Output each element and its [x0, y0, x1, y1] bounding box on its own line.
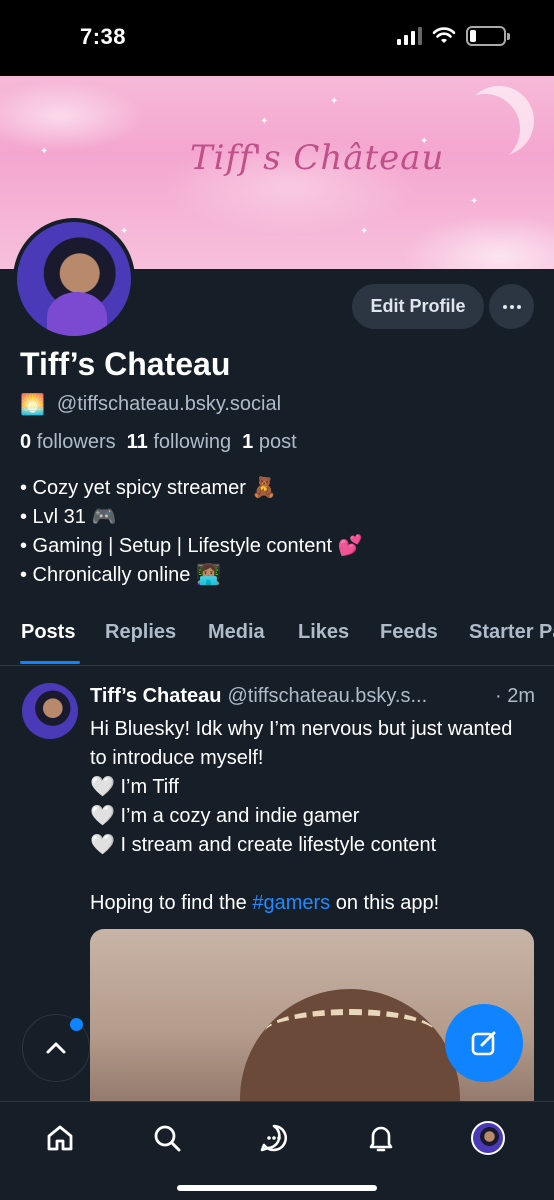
sunrise-icon: 🌅: [20, 394, 45, 416]
post-author-name[interactable]: Tiff’s Chateau: [90, 685, 222, 708]
post-timestamp: · 2m: [495, 685, 535, 707]
chevron-up-icon: [46, 1042, 66, 1054]
post-line: Hoping to find the #gamers on this app!: [90, 892, 440, 914]
tab-likes[interactable]: Likes: [298, 621, 349, 644]
compose-icon: [471, 1031, 496, 1056]
status-bar: 7:38: [0, 0, 554, 76]
nav-home[interactable]: [40, 1118, 80, 1158]
display-name: Tiff’s Chateau: [20, 346, 231, 382]
moon-icon: [464, 86, 534, 156]
bio-line: • Chronically online 👩🏽‍💻: [20, 564, 221, 586]
handle-row: 🌅 @tiffschateau.bsky.social: [20, 392, 281, 417]
nav-profile[interactable]: [468, 1118, 508, 1158]
tab-replies[interactable]: Replies: [105, 621, 176, 644]
post-author-handle[interactable]: @tiffschateau.bsky.s...: [228, 685, 428, 708]
banner-title: Tiff's Château: [190, 138, 445, 178]
followers-stat[interactable]: 0 followers: [20, 431, 116, 454]
profile-avatar[interactable]: [13, 218, 135, 340]
profile-stats: 0 followers 11 following 1 post: [20, 431, 297, 454]
nav-search[interactable]: [147, 1118, 187, 1158]
profile-screen: ✦ ✦ ✦ ✦ ✦ ✦ ✦ Tiff's Château Edit Profil…: [0, 76, 554, 1200]
profile-tabs: Posts Replies Media Likes Feeds Starter …: [0, 621, 554, 666]
status-time: 7:38: [80, 24, 127, 49]
bell-icon: [369, 1126, 393, 1152]
battery-icon: [466, 26, 510, 46]
bio-line: • Cozy yet spicy streamer 🧸: [20, 477, 277, 499]
nav-chat[interactable]: [254, 1118, 294, 1158]
post-line: 🤍 I stream and create lifestyle content: [90, 834, 437, 856]
post-line: 🤍 I’m Tiff: [90, 776, 179, 798]
new-posts-dot: [70, 1018, 83, 1031]
bio-line: • Gaming | Setup | Lifestyle content 💕: [20, 535, 363, 557]
home-icon: [47, 1125, 73, 1151]
post-text: Hi Bluesky! Idk why I’m nervous but just…: [90, 715, 530, 918]
profile-bio: • Cozy yet spicy streamer 🧸 • Lvl 31 🎮 •…: [20, 474, 362, 590]
post-header: Tiff’s Chateau @tiffschateau.bsky.s... ·…: [90, 685, 535, 708]
home-indicator: [177, 1185, 377, 1191]
search-icon: [154, 1125, 181, 1152]
profile-avatar-icon: [471, 1121, 505, 1155]
post-author-avatar[interactable]: [22, 683, 78, 739]
profile-handle: @tiffschateau.bsky.social: [56, 393, 282, 415]
tab-media[interactable]: Media: [208, 621, 265, 644]
post-line: Hi Bluesky! Idk why I’m nervous but just…: [90, 718, 513, 769]
post-line: 🤍 I’m a cozy and indie gamer: [90, 805, 360, 827]
compose-button[interactable]: [445, 1004, 523, 1082]
tab-posts[interactable]: Posts: [21, 621, 75, 644]
chat-icon: [260, 1124, 287, 1152]
wifi-icon: [432, 27, 456, 43]
edit-profile-button[interactable]: Edit Profile: [352, 284, 484, 329]
status-icons: [397, 26, 510, 46]
hashtag-link[interactable]: #gamers: [252, 892, 330, 914]
posts-stat: 1 post: [242, 431, 297, 453]
nav-notifications[interactable]: [361, 1118, 401, 1158]
active-tab-indicator: [20, 661, 80, 664]
following-stat[interactable]: 11 following: [127, 431, 232, 454]
more-options-button[interactable]: [489, 284, 534, 329]
bio-line: • Lvl 31 🎮: [20, 506, 117, 528]
signal-icon: [397, 27, 422, 45]
tab-starter-packs[interactable]: Starter Packs: [469, 621, 554, 644]
tab-feeds[interactable]: Feeds: [380, 621, 438, 644]
